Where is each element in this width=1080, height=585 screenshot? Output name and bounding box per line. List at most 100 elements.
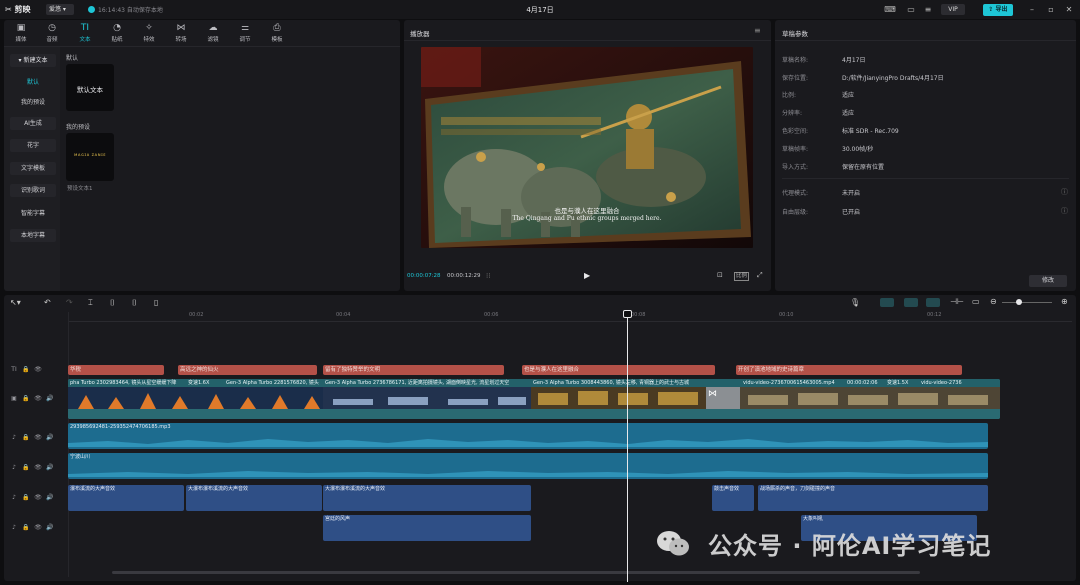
- sidebar-item-ai-generate[interactable]: AI生成: [10, 117, 56, 130]
- caption-icon[interactable]: ▭: [972, 297, 980, 306]
- tab-sticker[interactable]: ◔ 贴纸: [102, 22, 132, 44]
- sidebar-item-auto-captions[interactable]: 智能字幕: [10, 207, 56, 220]
- audio-clip-bgm[interactable]: 293985692481-259352474706185.mp3: [68, 423, 988, 449]
- play-icon[interactable]: ▶: [584, 271, 590, 280]
- text-clip[interactable]: 留有了独特赞举的文明: [323, 365, 504, 375]
- undo-icon[interactable]: ↶: [44, 298, 51, 307]
- ratio-button[interactable]: 比例: [734, 272, 750, 281]
- sidebar-item-default[interactable]: 默认: [10, 76, 56, 89]
- video-clip-label[interactable]: Gen-3 Alpha Turbo 3008443860, 镜头左移, 青铜器上…: [531, 379, 741, 387]
- audio-clip-sfx[interactable]: 大瀑布瀑布溪流的大声音效: [323, 485, 531, 511]
- minimize-icon[interactable]: –: [1026, 4, 1038, 15]
- playhead-handle[interactable]: [623, 310, 632, 318]
- sidebar-item-local-captions[interactable]: 本地字幕: [10, 229, 56, 242]
- tab-adjust[interactable]: ⚌ 调节: [230, 22, 260, 44]
- redo-icon[interactable]: ↷: [66, 298, 73, 307]
- eye-icon[interactable]: 👁: [32, 434, 44, 441]
- text-clip[interactable]: 华税: [68, 365, 164, 375]
- tab-filter[interactable]: ☁ 滤镜: [198, 22, 228, 44]
- video-clip-label[interactable]: Gen-3 Alpha Turbo 2281576820, 镜头: [224, 379, 323, 387]
- split-icon[interactable]: ⌶: [88, 298, 93, 308]
- zoom-out-icon[interactable]: ⊖: [990, 297, 997, 306]
- tab-media[interactable]: ▣ 媒体: [6, 22, 36, 44]
- speaker-icon[interactable]: 🔊: [44, 524, 56, 531]
- time-ruler[interactable]: 00:02 00:04 00:06 00:08 00:10 00:12: [69, 312, 1072, 322]
- maximize-icon[interactable]: ▫: [1045, 4, 1057, 15]
- audio-clip-voice[interactable]: 宁波山川: [68, 453, 988, 479]
- info-icon[interactable]: ⓘ: [1061, 206, 1068, 216]
- tab-transition[interactable]: ⋈ 转场: [166, 22, 196, 44]
- text-clip[interactable]: 高远之神的仙火: [178, 365, 317, 375]
- timeline-grid-icon[interactable]: ⁞⁞: [486, 272, 490, 280]
- eye-icon[interactable]: 👁: [32, 494, 44, 501]
- split-left-icon[interactable]: ⌷: [110, 298, 115, 308]
- snap-toggle[interactable]: [880, 298, 894, 307]
- close-icon[interactable]: ✕: [1063, 4, 1075, 15]
- zoom-slider[interactable]: [1002, 302, 1052, 303]
- align-icon[interactable]: ⊣⊢: [950, 297, 964, 306]
- lock-icon[interactable]: 🔒: [20, 494, 32, 501]
- split-right-icon[interactable]: ⌷: [132, 298, 137, 308]
- default-text-thumbnail[interactable]: 默认文本: [66, 64, 114, 111]
- audio-clip-sfx[interactable]: 宫廷的风声: [323, 515, 531, 541]
- lock-icon[interactable]: 🔒: [20, 524, 32, 531]
- video-preview[interactable]: 也是与濮人在这里融合 The Qingang and Pu ethnic gro…: [421, 47, 753, 248]
- tab-text[interactable]: TI 文本: [70, 22, 100, 44]
- eye-icon[interactable]: 👁: [32, 366, 44, 373]
- speaker-icon[interactable]: 🔊: [44, 434, 56, 441]
- delete-icon[interactable]: ▯: [154, 298, 158, 307]
- lock-icon[interactable]: 🔒: [20, 366, 32, 373]
- vip-button[interactable]: VIP: [941, 4, 965, 15]
- timeline-scrollbar[interactable]: [112, 571, 920, 574]
- menu-icon[interactable]: ≡: [922, 4, 934, 15]
- video-clip-label[interactable]: vidu-video-2736700615463005.mp4: [741, 379, 845, 387]
- link-toggle[interactable]: [904, 298, 918, 307]
- eye-icon[interactable]: 👁: [32, 464, 44, 471]
- lock-icon[interactable]: 🔒: [20, 395, 32, 402]
- export-button[interactable]: ⇪ 导出: [983, 4, 1013, 16]
- tab-template[interactable]: ⎙ 模板: [262, 22, 292, 44]
- video-clip-label[interactable]: vidu-video-2736: [919, 379, 962, 387]
- tab-audio[interactable]: ◷ 音频: [37, 22, 67, 44]
- audio-clip-sfx[interactable]: 敲击声音效: [712, 485, 754, 511]
- param-value: 标准 SDR - Rec.709: [842, 128, 899, 135]
- sidebar-item-my-presets[interactable]: 我的预设: [10, 96, 56, 109]
- zoom-in-icon[interactable]: ⊕: [1061, 297, 1068, 306]
- sidebar-item-new-text[interactable]: ▾ 新建文本: [10, 54, 56, 67]
- microphone-icon[interactable]: 🎙: [850, 298, 860, 307]
- keyboard-icon[interactable]: ⌨: [884, 4, 896, 15]
- modify-button[interactable]: 修改: [1029, 275, 1067, 287]
- fit-icon[interactable]: ⊡: [717, 271, 723, 279]
- sidebar-item-text-template[interactable]: 文字模板: [10, 162, 56, 175]
- speaker-icon[interactable]: 🔊: [44, 464, 56, 471]
- layout-icon[interactable]: ▭: [905, 4, 917, 15]
- audio-clip-sfx[interactable]: 大瀑布瀑布溪流的大声音效: [186, 485, 322, 511]
- transition-icon[interactable]: ⋈: [708, 389, 717, 399]
- video-clip-label[interactable]: Gen-3 Alpha Turbo 2736786171, 近距离拍摄镜头, 湖…: [323, 379, 531, 387]
- info-icon[interactable]: ⓘ: [1061, 187, 1068, 197]
- preset-caption: 预设文本1: [67, 186, 93, 192]
- text-clip[interactable]: 也是与濮人在这里融合: [522, 365, 715, 375]
- tab-effects[interactable]: ✧ 特效: [134, 22, 164, 44]
- sidebar-item-fancy-text[interactable]: 花字: [10, 139, 56, 152]
- preview-axis-toggle[interactable]: [926, 298, 940, 307]
- audio-clip-sfx[interactable]: 瀑布溪流的大声音效: [68, 485, 184, 511]
- player-menu-icon[interactable]: ≡: [754, 26, 761, 35]
- zoom-slider-handle[interactable]: [1016, 299, 1022, 305]
- subtitle-cn: 也是与濮人在这里融合: [554, 207, 620, 215]
- sidebar-item-lyrics[interactable]: 识别歌词: [10, 184, 56, 197]
- audio-clip-sfx[interactable]: 战场厮杀的声音，刀剑碰撞的声音: [758, 485, 988, 511]
- speaker-icon[interactable]: 🔊: [44, 395, 56, 402]
- playhead[interactable]: [627, 312, 628, 582]
- lock-icon[interactable]: 🔒: [20, 464, 32, 471]
- speaker-icon[interactable]: 🔊: [44, 494, 56, 501]
- lock-icon[interactable]: 🔒: [20, 434, 32, 441]
- eye-icon[interactable]: 👁: [32, 524, 44, 531]
- video-clip-label[interactable]: pha Turbo 2302983464, 镜头从星空缓缓下降: [68, 379, 186, 387]
- fullscreen-icon[interactable]: ⤢: [757, 271, 763, 280]
- eye-icon[interactable]: 👁: [32, 395, 44, 402]
- select-tool-icon[interactable]: ↖▾: [10, 298, 21, 307]
- clip-duration: 00:00:02:06: [845, 379, 885, 387]
- text-clip[interactable]: 开创了滇池地域的史诗篇章: [736, 365, 962, 375]
- preset-text-thumbnail[interactable]: ᴍᴀɢɪᴀ ᴢᴀɴɪᴇ: [66, 133, 114, 181]
